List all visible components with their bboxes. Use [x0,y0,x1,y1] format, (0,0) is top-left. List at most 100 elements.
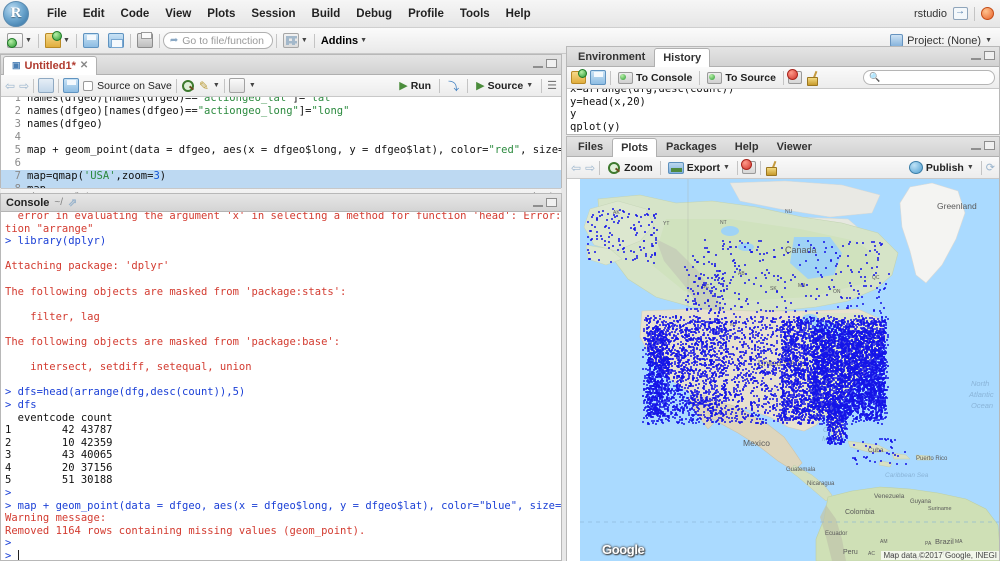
maximize-icon[interactable] [546,59,557,68]
menu-debug[interactable]: Debug [348,5,400,23]
to-source-button[interactable]: To Source [704,71,779,85]
map-point [711,421,713,423]
history-search-input[interactable]: 🔍 [863,70,995,85]
map-point [880,416,882,418]
source-button[interactable]: ▶ Source ▼ [473,78,536,93]
quit-session-icon[interactable] [981,7,994,20]
tab-history[interactable]: History [654,48,710,67]
minimize-icon[interactable] [533,203,543,207]
export-button[interactable]: Export ▼ [665,161,733,175]
rerun-button[interactable]: ⤵ [445,77,462,95]
map-point [847,386,849,388]
save-icon[interactable] [63,78,79,93]
map-point [742,351,744,353]
open-in-finder-icon[interactable]: ⇗ [68,196,77,209]
map-point [673,320,675,322]
pane-layout-button[interactable]: ▼ [280,31,311,50]
open-file-button[interactable]: ▼ [42,31,73,50]
goto-file-input[interactable]: ➦ Go to file/function [163,32,273,49]
source-label: Source [488,80,524,92]
google-map-plot[interactable]: GreenlandCanadaAKYTNTNUBCABSKMBONQCUnite… [580,179,999,561]
code-line[interactable]: 3names(dfgeo) [1,118,561,131]
clear-plots-icon[interactable] [765,161,779,174]
save-button[interactable] [80,31,102,50]
maximize-icon[interactable] [984,51,995,60]
forward-arrow-icon[interactable]: ⇨ [19,79,29,93]
history-item[interactable]: y [570,108,996,121]
clear-all-icon[interactable] [806,71,820,84]
tab-packages[interactable]: Packages [657,137,726,156]
menu-help[interactable]: Help [498,5,539,23]
code-line[interactable]: 1names(dfgeo)[names(dfgeo)=="actiongeo_l… [1,97,561,105]
map-point [693,364,695,366]
code-line[interactable]: 4 [1,131,561,144]
to-console-button[interactable]: To Console [615,71,695,85]
document-outline-icon[interactable]: ☰ [547,79,557,92]
tab-plots[interactable]: Plots [612,138,657,157]
code-line[interactable]: 7map=qmap('USA',zoom=3) [1,170,561,183]
forward-arrow-icon[interactable]: ⇨ [585,161,595,175]
maximize-icon[interactable] [984,141,995,150]
map-point [765,384,767,386]
console-output[interactable]: error in evaluating the argument 'x' in … [1,212,561,560]
menu-profile[interactable]: Profile [400,5,452,23]
minimize-icon[interactable] [971,56,981,60]
map-point [676,421,678,423]
code-tools-icon[interactable]: ✎ [199,79,209,93]
load-history-icon[interactable] [571,71,586,84]
menu-code[interactable]: Code [113,5,158,23]
find-replace-icon[interactable] [181,79,195,92]
back-arrow-icon[interactable]: ⇦ [5,79,15,93]
compile-notebook-icon[interactable] [229,78,245,93]
map-point [785,336,787,338]
remove-entry-icon[interactable] [788,71,802,84]
run-button[interactable]: ▶ Run [396,78,434,93]
menu-edit[interactable]: Edit [75,5,113,23]
history-item[interactable]: qplot(y) [570,121,996,133]
back-arrow-icon[interactable]: ⇦ [571,161,581,175]
close-icon[interactable]: ✕ [80,60,88,71]
menu-file[interactable]: File [39,5,75,23]
tab-help[interactable]: Help [726,137,768,156]
history-item[interactable]: x=arrange(dfg,desc(count)) [570,89,996,96]
sign-out-icon[interactable] [953,7,968,20]
menu-view[interactable]: View [157,5,199,23]
console-line: Attaching package: 'dplyr' [5,260,557,273]
maximize-icon[interactable] [546,198,557,207]
code-line[interactable]: 6 [1,157,561,170]
history-item[interactable]: y=head(x,20) [570,96,996,109]
remove-plot-icon[interactable] [742,161,756,174]
code-line[interactable]: 5map + geom_point(data = dfgeo, aes(x = … [1,144,561,157]
minimize-icon[interactable] [533,64,543,68]
source-on-save-checkbox[interactable] [83,81,93,91]
editor-code-area[interactable]: 1names(dfgeo)[names(dfgeo)=="actiongeo_l… [1,97,561,188]
menu-tools[interactable]: Tools [452,5,498,23]
menu-session[interactable]: Session [243,5,303,23]
code-line[interactable]: 2names(dfgeo)[names(dfgeo)=="actiongeo_l… [1,105,561,118]
tab-environment[interactable]: Environment [569,47,654,66]
refresh-icon[interactable]: ⟳ [986,161,995,174]
tab-files[interactable]: Files [569,137,612,156]
history-list[interactable]: x=arrange(dfg,desc(count))y=head(x,20)yq… [567,89,999,133]
show-in-new-window-icon[interactable] [38,78,54,93]
menu-plots[interactable]: Plots [199,5,243,23]
project-label[interactable]: Project: (None) [907,35,981,47]
source-tab-untitled1[interactable]: ▣ Untitled1* ✕ [3,56,97,75]
map-point [882,418,884,420]
code-line[interactable]: 8map [1,183,561,188]
map-point [744,379,746,381]
save-history-icon[interactable] [590,70,606,85]
save-all-button[interactable] [105,31,127,50]
map-point [800,401,802,403]
zoom-button[interactable]: Zoom [604,160,656,175]
map-point [817,320,819,322]
tab-viewer[interactable]: Viewer [768,137,821,156]
print-button[interactable] [134,31,156,50]
publish-button[interactable]: Publish ▼ [906,160,977,175]
new-file-button[interactable]: ▼ [4,31,35,50]
map-point [738,381,740,383]
addins-button[interactable]: Addins ▼ [318,33,370,49]
menu-build[interactable]: Build [304,5,349,23]
plot-output-area[interactable]: GreenlandCanadaAKYTNTNUBCABSKMBONQCUnite… [567,179,999,561]
minimize-icon[interactable] [971,146,981,150]
